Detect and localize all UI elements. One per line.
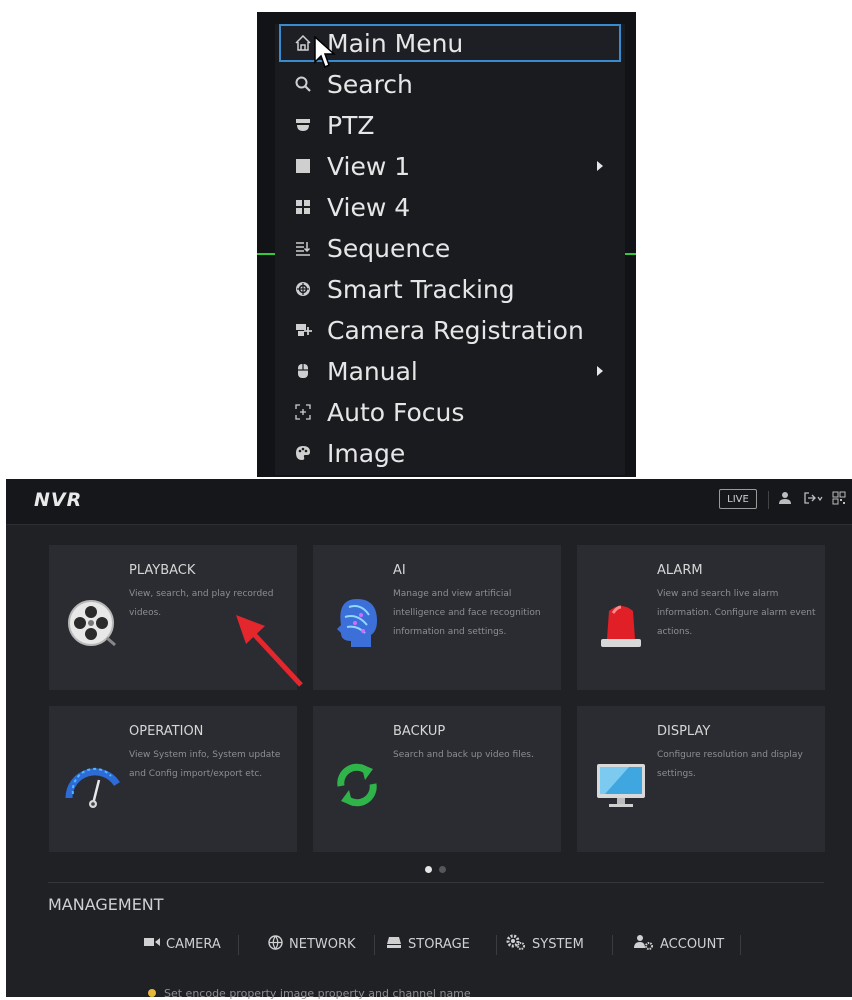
- mouse-icon: [285, 362, 321, 380]
- management-divider: [48, 882, 824, 883]
- menu-item-view-4[interactable]: View 4: [279, 188, 621, 226]
- tab-account[interactable]: ACCOUNT: [634, 931, 724, 957]
- mouse-cursor-icon: [314, 36, 336, 69]
- tab-divider: [238, 935, 239, 955]
- video-camera-icon: [144, 936, 160, 952]
- search-icon: [285, 75, 321, 93]
- network-globe-icon: [268, 934, 283, 954]
- tile-display[interactable]: DISPLAY Configure resolution and display…: [577, 706, 825, 852]
- film-reel-icon: [68, 600, 116, 647]
- submenu-arrow-icon: [597, 366, 603, 376]
- menu-item-camera-registration[interactable]: Camera Registration: [279, 311, 621, 349]
- page-dot-active[interactable]: [425, 866, 432, 873]
- user-icon[interactable]: [778, 491, 792, 509]
- menu-item-search[interactable]: Search: [279, 65, 621, 103]
- gears-icon: [506, 934, 526, 954]
- context-menu: Main Menu Search PTZ View 1 View 4 Seque…: [275, 24, 625, 475]
- palette-icon: [285, 444, 321, 462]
- split-divider-left: [257, 253, 277, 255]
- refresh-arrows-icon: [337, 763, 377, 807]
- tab-system[interactable]: SYSTEM: [506, 931, 584, 957]
- tile-playback[interactable]: PLAYBACK View, search, and play recorded…: [49, 545, 297, 690]
- nvr-logo: NVR: [34, 489, 83, 511]
- menu-item-manual[interactable]: Manual: [279, 352, 621, 390]
- ai-head-icon: [337, 599, 377, 647]
- menu-item-auto-focus[interactable]: Auto Focus: [279, 393, 621, 431]
- menu-item-image[interactable]: Image: [279, 434, 621, 472]
- tile-alarm[interactable]: ALARM View and search live alarm informa…: [577, 545, 825, 690]
- live-button[interactable]: LIVE: [719, 489, 757, 509]
- tab-storage[interactable]: STORAGE: [386, 931, 470, 957]
- menu-item-ptz[interactable]: PTZ: [279, 106, 621, 144]
- alarm-siren-icon: [601, 605, 641, 647]
- account-icon: [634, 934, 654, 954]
- tab-camera[interactable]: CAMERA: [144, 931, 221, 957]
- gauge-icon: [65, 767, 120, 808]
- ptz-dome-icon: [285, 116, 321, 134]
- top-bar: NVR LIVE: [6, 479, 852, 525]
- tab-divider: [740, 935, 741, 955]
- sequence-icon: [285, 239, 321, 257]
- quad-view-icon: [285, 198, 321, 216]
- qr-code-icon[interactable]: [832, 491, 846, 509]
- menu-item-sequence[interactable]: Sequence: [279, 229, 621, 267]
- tile-backup[interactable]: BACKUP Search and back up video files.: [313, 706, 561, 852]
- tile-operation[interactable]: OPERATION View System info, System updat…: [49, 706, 297, 852]
- tab-divider: [612, 935, 613, 955]
- camera-registration-icon: [285, 321, 321, 339]
- toolbar-divider: [768, 491, 769, 509]
- management-title: MANAGEMENT: [48, 895, 164, 914]
- menu-item-smart-tracking[interactable]: Smart Tracking: [279, 270, 621, 308]
- page-dot[interactable]: [439, 866, 446, 873]
- tab-divider: [374, 935, 375, 955]
- tracking-icon: [285, 280, 321, 298]
- focus-icon: [285, 403, 321, 421]
- storage-icon: [386, 936, 402, 953]
- logout-icon[interactable]: [803, 491, 825, 509]
- info-dot-icon: [148, 989, 156, 997]
- tile-ai[interactable]: AI Manage and view artificial intelligen…: [313, 545, 561, 690]
- submenu-arrow-icon: [597, 161, 603, 171]
- tab-network[interactable]: NETWORK: [268, 931, 356, 957]
- nvr-main-screen: NVR LIVE PLAYBACK View, search, and play…: [6, 479, 852, 1000]
- single-view-icon: [285, 157, 321, 175]
- menu-item-view-1[interactable]: View 1: [279, 147, 621, 185]
- tab-divider: [496, 935, 497, 955]
- monitor-icon: [597, 764, 645, 807]
- management-hint: Set encode property image property and c…: [148, 987, 471, 1000]
- live-view-background: Main Menu Search PTZ View 1 View 4 Seque…: [257, 12, 636, 477]
